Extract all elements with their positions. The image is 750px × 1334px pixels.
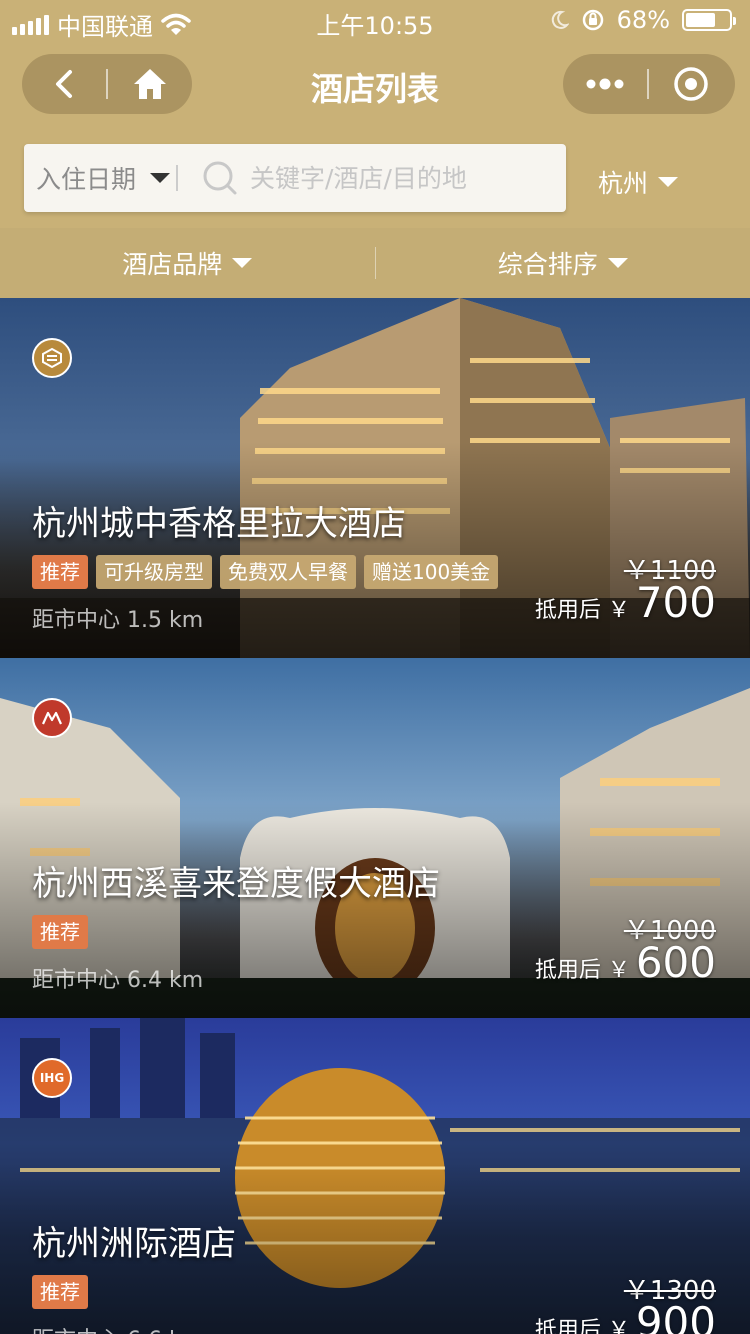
sort-filter-label: 综合排序 bbox=[497, 250, 598, 279]
hotel-distance: 距市中心 1.5 km bbox=[32, 608, 204, 633]
hotel-card[interactable]: 杭州西溪喜来登度假大酒店 推荐 距市中心 6.4 km ￥1000 抵用后 ￥ … bbox=[0, 658, 750, 1018]
price-label: 抵用后 ￥ bbox=[534, 958, 630, 983]
search-divider bbox=[176, 165, 179, 191]
filter-bar: 酒店品牌 综合排序 bbox=[0, 228, 750, 298]
chevron-down-icon bbox=[607, 258, 628, 268]
price-label: 抵用后 ￥ bbox=[534, 1318, 630, 1334]
ihg-logo: IHG bbox=[32, 1058, 72, 1098]
tag-recommend: 推荐 bbox=[32, 555, 88, 589]
nav-bar: 酒店列表 bbox=[0, 42, 750, 130]
discount-price: 抵用后 ￥ 700 bbox=[535, 578, 716, 627]
battery-percent: 68% bbox=[616, 6, 670, 34]
hotel-name: 杭州西溪喜来登度假大酒店 bbox=[32, 864, 440, 904]
tag-recommend: 推荐 bbox=[32, 915, 88, 949]
price-label: 抵用后 ￥ bbox=[534, 598, 630, 623]
shangri-la-logo bbox=[32, 338, 72, 378]
hotel-card[interactable]: 杭州城中香格里拉大酒店 推荐 可升级房型 免费双人早餐 赠送100美金 距市中心… bbox=[0, 298, 750, 658]
more-button[interactable] bbox=[563, 54, 647, 114]
marriott-logo bbox=[32, 698, 72, 738]
search-box: 入住日期 bbox=[24, 144, 566, 212]
status-right: 68% bbox=[549, 6, 736, 34]
chevron-down-icon bbox=[658, 177, 679, 187]
price-value: 700 bbox=[635, 578, 716, 627]
status-bar: 中国联通 上午10:55 68% bbox=[0, 0, 750, 42]
search-icon bbox=[202, 160, 238, 196]
tag-feature: 赠送100美金 bbox=[364, 555, 499, 589]
rotation-lock-icon bbox=[582, 9, 603, 31]
sort-filter[interactable]: 综合排序 bbox=[376, 245, 750, 281]
search-input[interactable] bbox=[250, 163, 551, 193]
more-dots-icon bbox=[586, 78, 624, 90]
moon-icon bbox=[551, 10, 569, 29]
target-close-icon bbox=[674, 67, 708, 101]
hotel-tags: 推荐 bbox=[32, 1275, 88, 1309]
tag-feature: 免费双人早餐 bbox=[220, 555, 356, 589]
battery-icon bbox=[682, 9, 736, 31]
hotel-distance: 距市中心 6.4 km bbox=[32, 968, 204, 993]
chevron-down-icon bbox=[232, 258, 253, 268]
battery-fill bbox=[686, 13, 715, 27]
tag-feature: 可升级房型 bbox=[96, 555, 212, 589]
brand-filter[interactable]: 酒店品牌 bbox=[0, 245, 375, 281]
city-label: 杭州 bbox=[598, 169, 649, 198]
close-miniprogram-button[interactable] bbox=[649, 54, 733, 114]
nav-capsule-right bbox=[563, 54, 735, 114]
hotel-name: 杭州城中香格里拉大酒店 bbox=[32, 504, 406, 544]
price-value: 900 bbox=[635, 1298, 716, 1334]
city-select[interactable]: 杭州 bbox=[598, 164, 679, 200]
ihg-logo-text: IHG bbox=[39, 1071, 65, 1085]
checkin-date-select[interactable]: 入住日期 bbox=[24, 144, 171, 212]
brand-filter-label: 酒店品牌 bbox=[122, 250, 223, 279]
checkin-date-label: 入住日期 bbox=[36, 165, 137, 194]
hotel-distance: 距市中心 6.6 km bbox=[32, 1322, 203, 1334]
hotel-tags: 推荐 可升级房型 免费双人早餐 赠送100美金 bbox=[32, 555, 499, 589]
search-row: 入住日期 杭州 bbox=[0, 130, 750, 228]
hotel-tags: 推荐 bbox=[32, 915, 88, 949]
hotel-name: 杭州洲际酒店 bbox=[32, 1224, 236, 1264]
hotel-card[interactable]: IHG 杭州洲际酒店 推荐 距市中心 6.6 km ￥1300 抵用后 ￥ 90… bbox=[0, 1018, 750, 1334]
discount-price: 抵用后 ￥ 600 bbox=[535, 938, 716, 987]
chevron-down-icon bbox=[150, 173, 171, 183]
price-value: 600 bbox=[635, 938, 716, 987]
discount-price: 抵用后 ￥ 900 bbox=[535, 1298, 716, 1334]
tag-recommend: 推荐 bbox=[32, 1275, 88, 1309]
